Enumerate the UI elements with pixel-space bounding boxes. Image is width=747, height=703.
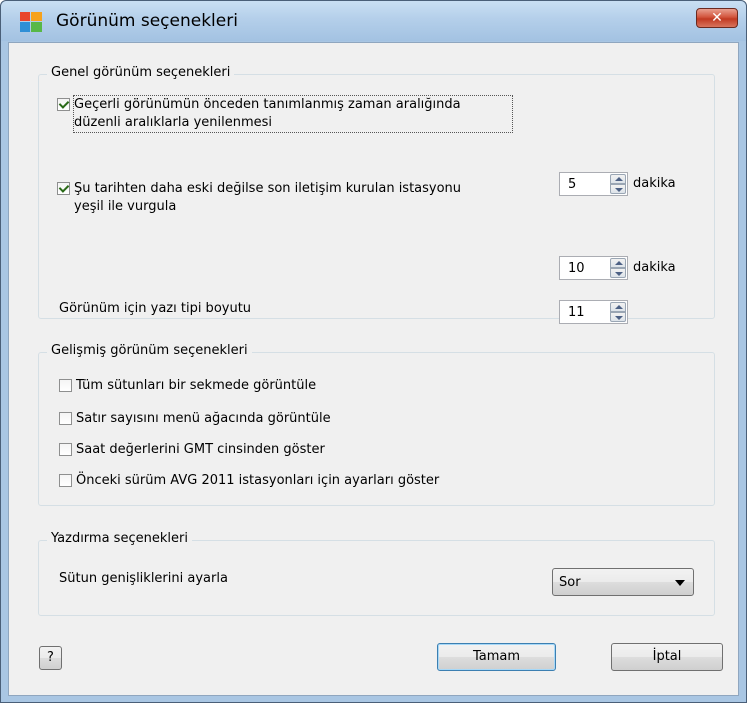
legacy-avg2011-label[interactable]: Önceki sürüm AVG 2011 istasyonları için …	[76, 472, 439, 490]
spin-up-icon[interactable]	[610, 174, 626, 184]
spin-up-icon[interactable]	[610, 258, 626, 268]
refresh-checkbox[interactable]	[57, 98, 70, 111]
highlight-option-row[interactable]: Şu tarihten daha eski değilse son iletiş…	[57, 180, 544, 216]
help-button[interactable]: ?	[39, 646, 62, 670]
column-width-label: Sütun genişliklerini ayarla	[59, 571, 228, 586]
spin-up-icon[interactable]	[610, 302, 626, 312]
advanced-option-row[interactable]: Satır sayısını menü ağacında görüntüle	[59, 410, 331, 428]
gmt-time-label[interactable]: Saat değerlerini GMT cinsinden göster	[76, 441, 325, 459]
advanced-option-row[interactable]: Önceki sürüm AVG 2011 istasyonları için …	[59, 472, 439, 490]
advanced-option-row[interactable]: Saat değerlerini GMT cinsinden göster	[59, 441, 325, 459]
highlight-interval-value[interactable]: 10	[568, 261, 585, 276]
font-size-spinner[interactable]: 11	[559, 300, 628, 324]
avg-logo-icon	[20, 12, 42, 32]
highlight-unit-label: dakika	[633, 260, 676, 275]
printing-options-group: Yazdırma seçenekleri Sütun genişliklerin…	[38, 531, 715, 616]
ok-button[interactable]: Tamam	[437, 643, 556, 671]
refresh-interval-spinner[interactable]: 5	[559, 172, 628, 196]
refresh-unit-label: dakika	[633, 176, 676, 191]
spin-down-icon[interactable]	[610, 312, 626, 322]
column-width-selected: Sor	[559, 575, 581, 590]
dropdown-arrow-icon	[675, 580, 685, 586]
refresh-label[interactable]: Geçerli görünümün önceden tanımlanmış za…	[73, 95, 513, 133]
window-title: Görünüm seçenekleri	[56, 11, 238, 31]
highlight-interval-spinner[interactable]: 10	[559, 256, 628, 280]
show-all-columns-label[interactable]: Tüm sütunları bir sekmede görüntüle	[76, 377, 316, 395]
refresh-option-row[interactable]: Geçerli görünümün önceden tanımlanmış za…	[57, 95, 513, 133]
gmt-time-checkbox[interactable]	[59, 443, 72, 456]
column-width-select[interactable]: Sor	[552, 568, 694, 596]
spin-down-icon[interactable]	[610, 184, 626, 194]
show-row-count-checkbox[interactable]	[59, 412, 72, 425]
font-size-value[interactable]: 11	[568, 305, 585, 320]
show-all-columns-checkbox[interactable]	[59, 379, 72, 392]
general-options-group: Genel görünüm seçenekleri Geçerli görünü…	[38, 65, 715, 324]
close-icon: ✕	[711, 10, 723, 26]
highlight-checkbox[interactable]	[57, 182, 70, 195]
show-row-count-label[interactable]: Satır sayısını menü ağacında görüntüle	[76, 410, 331, 428]
highlight-label[interactable]: Şu tarihten daha eski değilse son iletiş…	[74, 180, 544, 216]
title-bar[interactable]: Görünüm seçenekleri ✕	[1, 1, 746, 41]
font-size-label: Görünüm için yazı tipi boyutu	[59, 301, 252, 316]
advanced-option-row[interactable]: Tüm sütunları bir sekmede görüntüle	[59, 377, 316, 395]
dialog-window: Görünüm seçenekleri ✕ Genel görünüm seçe…	[0, 0, 747, 703]
advanced-options-group: Gelişmiş görünüm seçenekleri Tüm sütunla…	[38, 343, 715, 506]
legacy-avg2011-checkbox[interactable]	[59, 474, 72, 487]
general-options-title: Genel görünüm seçenekleri	[47, 65, 235, 80]
refresh-interval-value[interactable]: 5	[568, 177, 576, 192]
spin-down-icon[interactable]	[610, 268, 626, 278]
close-button[interactable]: ✕	[696, 8, 738, 28]
advanced-options-title: Gelişmiş görünüm seçenekleri	[47, 343, 252, 358]
printing-options-title: Yazdırma seçenekleri	[47, 531, 192, 546]
dialog-client-area: Genel görünüm seçenekleri Geçerli görünü…	[8, 42, 739, 696]
cancel-button[interactable]: İptal	[611, 643, 723, 671]
